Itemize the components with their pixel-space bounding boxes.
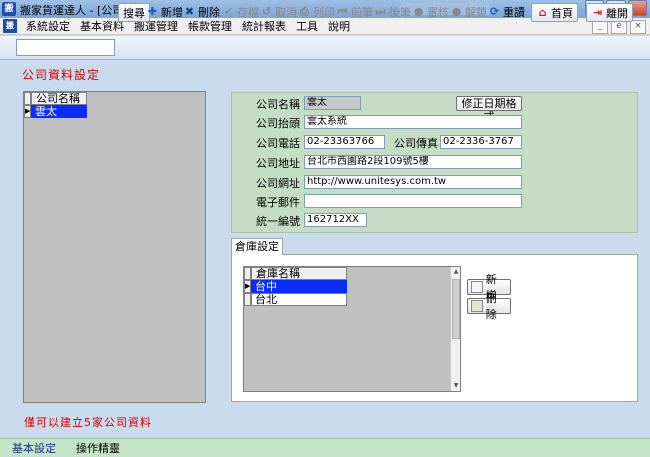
cancel-label: 取消 <box>275 5 297 19</box>
home-icon: ⌂ <box>538 6 547 19</box>
save-button[interactable]: ✔ 存檔 <box>222 3 259 20</box>
search-input[interactable] <box>16 39 115 56</box>
status-basic-settings[interactable]: 基本設定 <box>0 440 56 456</box>
scroll-up-icon[interactable]: ▲ <box>451 267 461 277</box>
warehouse-delete-label: 刪除 <box>485 292 497 321</box>
company-website-field[interactable]: http://www.unitesys.com.tw <box>304 175 522 189</box>
review-label: 審核 <box>427 5 449 19</box>
warehouse-grid-scrollbar[interactable]: ▲ ▼ <box>450 267 460 391</box>
delete-label: 刪除 <box>198 5 220 19</box>
company-website-label: 公司網址 <box>256 177 300 190</box>
row-indicator: ▶ <box>244 280 251 293</box>
app-icon: 搬 <box>2 2 16 16</box>
undo-icon: ↺ <box>261 5 272 18</box>
warehouse-row[interactable]: 台北 <box>251 293 347 306</box>
save-label: 存檔 <box>237 5 259 19</box>
company-fax-field[interactable]: 02-2336-3767 <box>440 135 522 149</box>
menu-tools[interactable]: 工具 <box>291 18 323 34</box>
unlock-icon: ● <box>451 5 462 18</box>
row-indicator <box>244 293 251 306</box>
first-icon: ⏮ <box>337 5 348 18</box>
exit-icon: ⇥ <box>592 6 603 19</box>
tax-id-label: 統一編號 <box>256 215 300 228</box>
add-label: 新增 <box>161 5 183 19</box>
x-icon: ✖ <box>184 5 195 18</box>
company-fax-label: 公司傳真 <box>394 137 438 150</box>
grid-corner <box>244 267 251 280</box>
company-limit-note: 僅可以建立5家公司資料 <box>24 416 152 429</box>
warehouse-delete-button[interactable]: 刪除 <box>467 292 511 321</box>
prev-label: 前筆 <box>351 5 373 19</box>
mdi-restore-button[interactable]: e <box>611 20 627 34</box>
company-header-label: 公司抬頭 <box>256 117 300 130</box>
warehouse-name-column-header[interactable]: 倉庫名稱 <box>251 267 347 280</box>
last-icon: ⏭ <box>375 5 386 18</box>
email-label: 電子郵件 <box>256 196 300 209</box>
printer-icon: ⎙ <box>300 5 309 18</box>
unlock-button[interactable]: ● 解鎖 <box>450 3 487 20</box>
company-phone-label: 公司電話 <box>256 137 300 150</box>
company-grid[interactable]: 公司名稱 ▶ 雲太 <box>23 91 206 403</box>
exit-label: 離開 <box>606 6 628 20</box>
cancel-button[interactable]: ↺ 取消 <box>260 3 297 20</box>
menu-help[interactable]: 說明 <box>323 18 355 34</box>
next-record-button[interactable]: ⏭ 後筆 <box>374 3 411 20</box>
prev-record-button[interactable]: ⏮ 前筆 <box>336 3 373 20</box>
company-header-field[interactable]: 雲太系統 <box>304 115 522 129</box>
refresh-button[interactable]: ⟳ 重讀 <box>488 3 525 20</box>
scroll-down-icon[interactable]: ▼ <box>451 381 461 391</box>
delete-item-icon <box>471 300 483 312</box>
status-bar: 基本設定 操作精靈 <box>0 438 650 457</box>
page-title: 公司資料設定 <box>22 68 101 82</box>
refresh-icon: ⟳ <box>489 5 500 18</box>
menu-app-icon[interactable]: 搬 <box>3 19 17 33</box>
email-field[interactable] <box>304 194 522 208</box>
review-button[interactable]: ● 審核 <box>412 3 449 20</box>
print-button[interactable]: ⎙ 列印 <box>298 3 335 20</box>
print-label: 列印 <box>313 5 335 19</box>
status-operation-wizard[interactable]: 操作精靈 <box>56 440 120 456</box>
company-address-field[interactable]: 台北市西園路2段109號5樓 <box>304 155 522 169</box>
plus-icon: ✚ <box>147 5 158 18</box>
menu-accounts-management[interactable]: 帳款管理 <box>183 18 237 34</box>
refresh-label: 重讀 <box>503 5 525 19</box>
row-indicator: ▶ <box>24 105 31 118</box>
mdi-minimize-button[interactable]: _ <box>592 20 608 34</box>
warehouse-grid[interactable]: 倉庫名稱 ▶ 台中 台北 <box>243 266 461 392</box>
home-label: 首頁 <box>551 6 573 20</box>
add-button[interactable]: ✚ 新增 <box>146 3 183 20</box>
delete-button[interactable]: ✖ 刪除 <box>183 3 220 20</box>
company-address-label: 公司地址 <box>256 157 300 170</box>
company-name-field[interactable]: 雲太 <box>304 96 361 110</box>
unlock-label: 解鎖 <box>465 5 487 19</box>
next-label: 後筆 <box>389 5 411 19</box>
search-button-label: 搜尋 <box>123 6 145 20</box>
scroll-thumb[interactable] <box>452 279 460 339</box>
menu-statistics-reports[interactable]: 統計報表 <box>237 18 291 34</box>
home-button[interactable]: ⌂ 首頁 <box>531 3 578 22</box>
company-name-column-header[interactable]: 公司名稱 <box>31 92 87 105</box>
mdi-controls: _ e × <box>592 20 646 34</box>
check-icon: ✔ <box>223 5 234 18</box>
lock-icon: ● <box>413 5 424 18</box>
tax-id-field[interactable]: 162712XX <box>304 213 367 227</box>
menu-system-settings[interactable]: 系統設定 <box>21 18 75 34</box>
warehouse-row[interactable]: 台中 <box>251 280 347 293</box>
company-name-label: 公司名稱 <box>256 98 300 111</box>
company-phone-field[interactable]: 02-23363766 <box>304 135 385 149</box>
mdi-close-button[interactable]: × <box>630 20 646 34</box>
company-row[interactable]: 雲太 <box>31 105 87 118</box>
tab-warehouse-settings[interactable]: 倉庫設定 <box>231 238 283 255</box>
fix-date-format-button[interactable]: 修正日期格式 <box>456 96 522 123</box>
exit-button[interactable]: ⇥ 離開 <box>586 3 633 22</box>
grid-corner <box>24 92 31 105</box>
add-item-icon <box>471 281 483 293</box>
